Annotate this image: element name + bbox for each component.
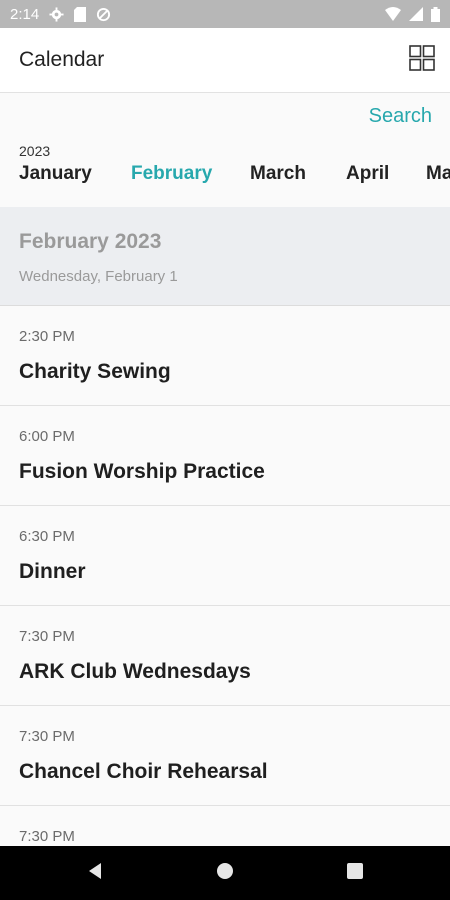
- grid-view-button[interactable]: [408, 44, 436, 76]
- event-row[interactable]: 7:30 PM ARK Club Wednesdays: [0, 606, 450, 706]
- page-title: Calendar: [19, 48, 105, 71]
- event-row[interactable]: 2:30 PM Charity Sewing: [0, 306, 450, 406]
- month-tab-february[interactable]: February: [131, 163, 212, 185]
- event-time: 6:00 PM: [19, 428, 75, 445]
- grid-view-icon: [409, 44, 435, 76]
- wifi-icon: [385, 7, 401, 21]
- section-date-label: Wednesday, February 1: [19, 268, 178, 285]
- back-button[interactable]: [85, 862, 105, 885]
- event-time: 6:30 PM: [19, 528, 75, 545]
- event-title: Dinner: [19, 560, 86, 583]
- event-time: 7:30 PM: [19, 728, 75, 745]
- month-tab-january[interactable]: January: [19, 163, 92, 185]
- month-selector-header: Search 2023 January February March April…: [0, 93, 450, 207]
- event-title: Fusion Worship Practice: [19, 460, 265, 483]
- sd-card-icon: [74, 6, 87, 22]
- event-row[interactable]: 7:30 PM Chancel Choir Rehearsal: [0, 706, 450, 806]
- event-time: 7:30 PM: [19, 628, 75, 645]
- event-row[interactable]: 7:30 PM: [0, 806, 450, 846]
- event-list: 2:30 PM Charity Sewing 6:00 PM Fusion Wo…: [0, 306, 450, 846]
- month-tabs: January February March April Ma: [19, 163, 450, 191]
- home-icon: [216, 862, 234, 885]
- battery-icon: [431, 6, 440, 22]
- year-label: 2023: [19, 143, 51, 159]
- status-time: 2:14: [10, 5, 40, 23]
- section-month-title: February 2023: [19, 230, 162, 253]
- event-row[interactable]: 6:00 PM Fusion Worship Practice: [0, 406, 450, 506]
- back-icon: [86, 862, 104, 885]
- section-header: February 2023 Wednesday, February 1: [0, 207, 450, 306]
- recents-button[interactable]: [345, 862, 365, 885]
- month-tab-may[interactable]: Ma: [426, 163, 450, 185]
- event-time: 7:30 PM: [19, 828, 75, 845]
- event-row[interactable]: 6:30 PM Dinner: [0, 506, 450, 606]
- app-bar: Calendar: [0, 28, 450, 93]
- home-button[interactable]: [215, 862, 235, 885]
- system-nav-bar: [0, 846, 450, 900]
- settings-icon: [49, 6, 64, 22]
- event-title: ARK Club Wednesdays: [19, 660, 251, 683]
- recents-icon: [346, 862, 364, 885]
- search-link[interactable]: Search: [369, 105, 432, 128]
- event-title: Charity Sewing: [19, 360, 171, 383]
- event-time: 2:30 PM: [19, 328, 75, 345]
- sync-icon: [96, 7, 111, 22]
- event-title: Chancel Choir Rehearsal: [19, 760, 268, 783]
- month-tab-april[interactable]: April: [346, 163, 389, 185]
- month-tab-march[interactable]: March: [250, 163, 306, 185]
- signal-icon: [409, 7, 423, 21]
- status-bar: 2:14: [0, 0, 450, 28]
